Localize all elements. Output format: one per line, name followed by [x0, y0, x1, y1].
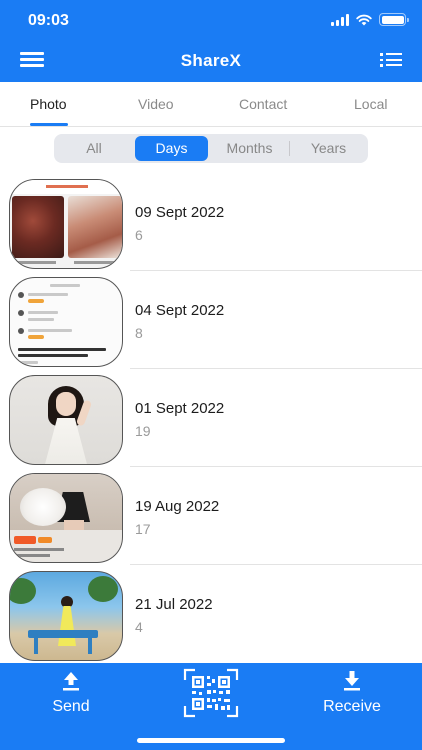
segment-divider: [289, 141, 290, 156]
divider: [130, 270, 422, 271]
tab-video[interactable]: Video: [138, 96, 174, 112]
segment-all[interactable]: All: [58, 136, 130, 161]
list-item[interactable]: 21 Jul 2022 4: [0, 567, 422, 665]
home-indicator: [137, 738, 285, 743]
receive-button[interactable]: Receive: [314, 663, 390, 723]
thumbnail-image: [9, 571, 123, 661]
download-icon: [344, 671, 360, 691]
qr-code-icon[interactable]: [183, 668, 239, 718]
period-segmented-control: All Days Months Years: [54, 134, 368, 163]
tab-local[interactable]: Local: [354, 96, 387, 112]
battery-icon: [379, 13, 409, 26]
list-item[interactable]: 04 Sept 2022 8: [0, 273, 422, 371]
list-item[interactable]: 01 Sept 2022 19: [0, 371, 422, 469]
segment-years[interactable]: Years: [292, 136, 365, 161]
item-date: 21 Jul 2022: [135, 596, 213, 613]
divider: [130, 466, 422, 467]
item-date: 01 Sept 2022: [135, 400, 225, 417]
upload-icon: [63, 672, 79, 691]
item-date: 04 Sept 2022: [135, 302, 225, 319]
tab-contact[interactable]: Contact: [239, 96, 287, 112]
list-item[interactable]: 09 Sept 2022 6: [0, 175, 422, 273]
thumbnail-image: [9, 277, 123, 367]
thumbnail-image: [9, 473, 123, 563]
item-date: 09 Sept 2022: [135, 204, 225, 221]
status-icons: [331, 13, 409, 26]
item-date: 19 Aug 2022: [135, 498, 220, 515]
bottom-action-bar: Send Receive: [0, 663, 422, 750]
segment-days[interactable]: Days: [135, 136, 208, 161]
item-count: 17: [135, 521, 151, 537]
tab-indicator: [30, 123, 68, 126]
item-count: 4: [135, 619, 143, 635]
item-count: 6: [135, 227, 143, 243]
tab-photo[interactable]: Photo: [30, 96, 67, 112]
thumbnail-image: [9, 179, 123, 269]
receive-label: Receive: [323, 698, 381, 715]
item-count: 8: [135, 325, 143, 341]
send-button[interactable]: Send: [40, 663, 102, 723]
top-bar: 09:03 ShareX: [0, 0, 422, 82]
divider: [130, 564, 422, 565]
signal-icon: [331, 13, 349, 26]
list-item[interactable]: 19 Aug 2022 17: [0, 469, 422, 567]
list-icon[interactable]: [380, 53, 402, 69]
divider: [130, 368, 422, 369]
app-title: ShareX: [180, 51, 242, 70]
tab-bar: Photo Video Contact Local: [0, 82, 422, 127]
item-count: 19: [135, 423, 151, 439]
send-label: Send: [52, 698, 90, 715]
wifi-icon: [356, 14, 372, 25]
segment-months[interactable]: Months: [212, 136, 287, 161]
status-time: 09:03: [28, 12, 69, 29]
thumbnail-image: [9, 375, 123, 465]
